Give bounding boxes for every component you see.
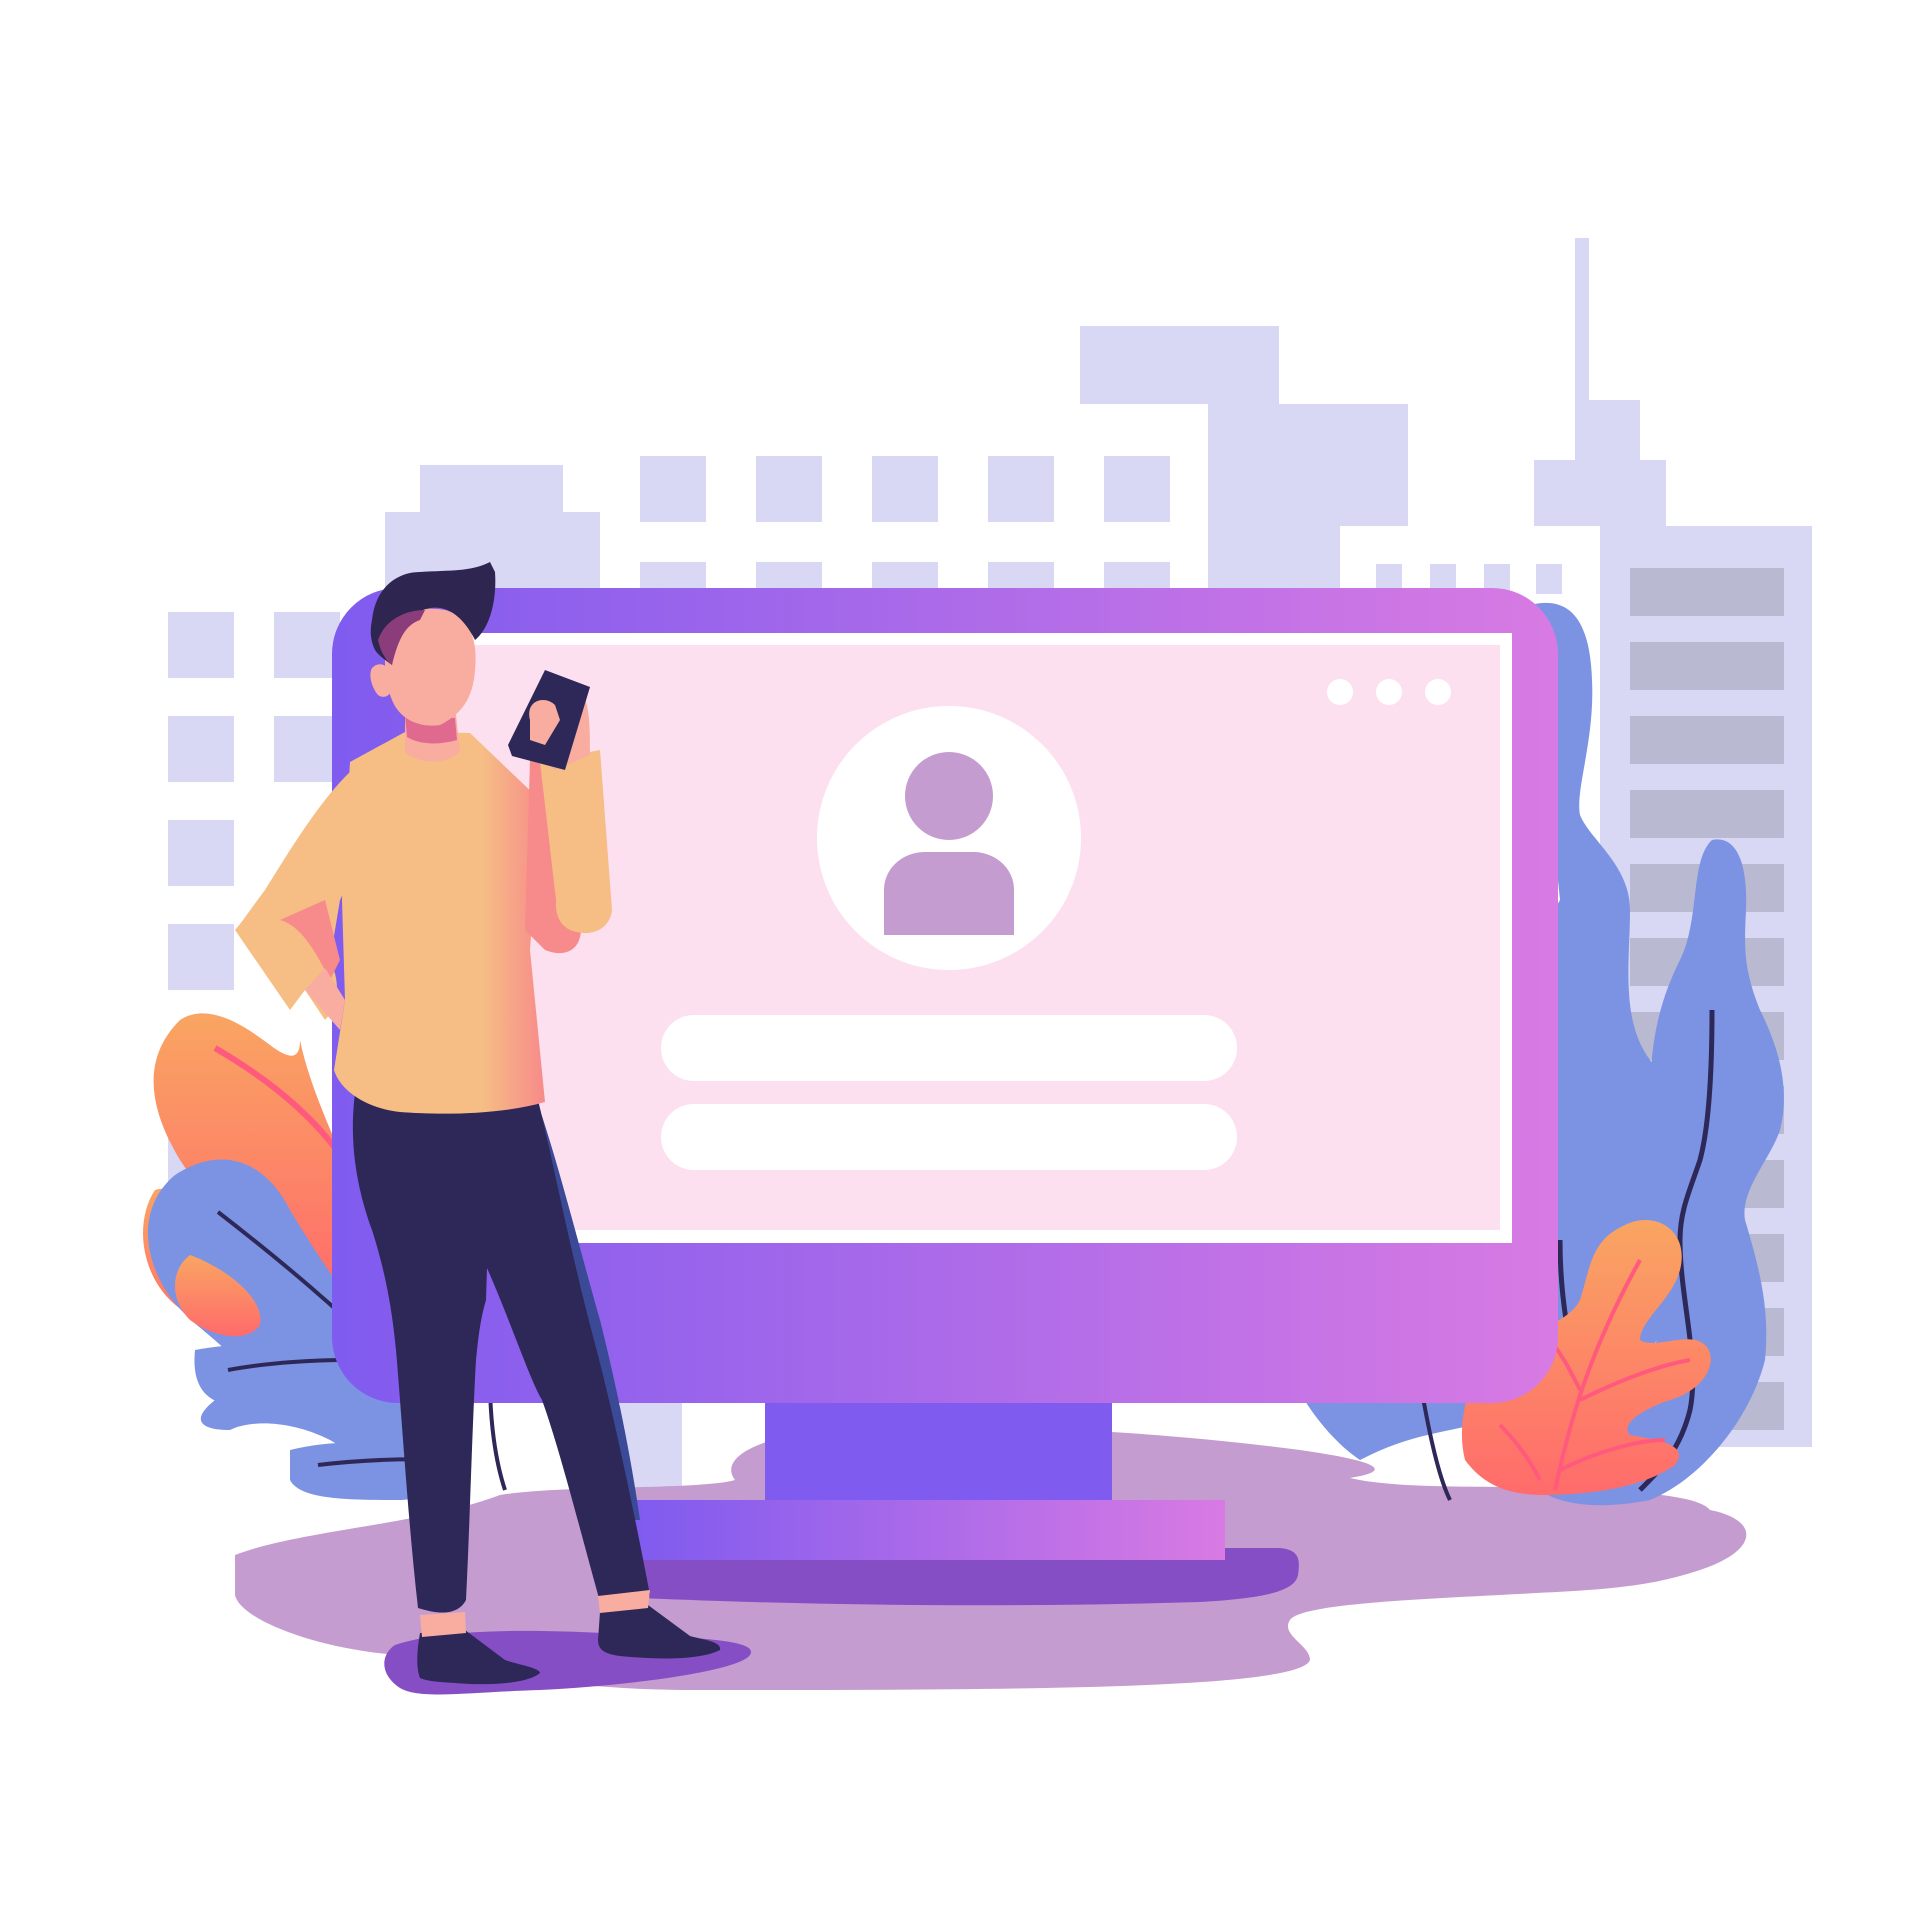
window-dots-icon bbox=[1327, 679, 1451, 705]
illustration bbox=[143, 238, 1812, 1695]
building-windows bbox=[640, 456, 1170, 592]
username-field[interactable] bbox=[661, 1015, 1237, 1081]
password-field[interactable] bbox=[661, 1104, 1237, 1170]
user-avatar-icon bbox=[817, 706, 1081, 970]
monitor-stand-neck bbox=[765, 1400, 1112, 1500]
monitor-stand-base bbox=[635, 1500, 1225, 1560]
person-shirt bbox=[334, 732, 545, 1114]
